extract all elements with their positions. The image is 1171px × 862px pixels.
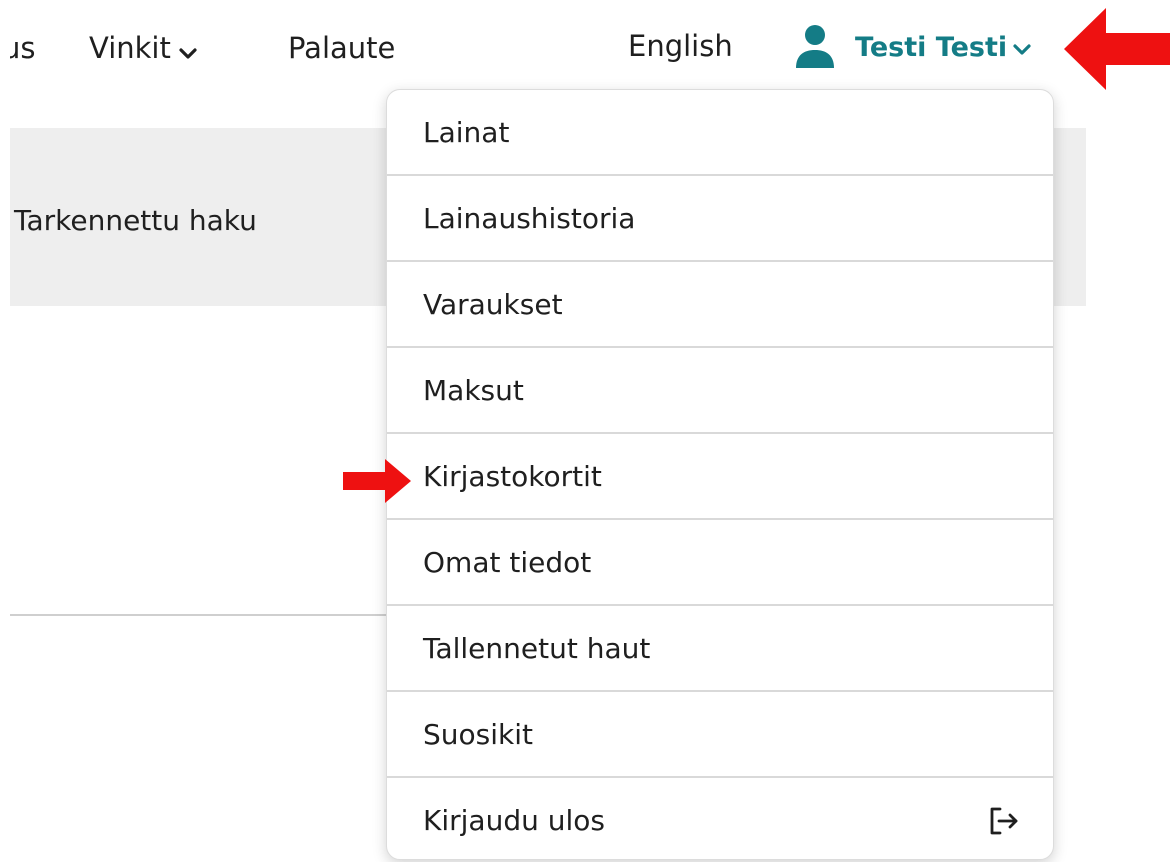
- menu-item-omat-tiedot[interactable]: Omat tiedot: [387, 520, 1053, 606]
- user-dropdown-menu: Lainat Lainaushistoria Varaukset Maksut …: [386, 89, 1054, 860]
- menu-item-label: Suosikit: [423, 717, 533, 751]
- menu-item-label: Kirjaudu ulos: [423, 804, 605, 837]
- menu-item-maksut[interactable]: Maksut: [387, 348, 1053, 434]
- menu-item-label: Maksut: [423, 373, 524, 407]
- page: us Vinkit Palaute English Testi Testi Ta…: [0, 0, 1171, 862]
- advanced-search-link[interactable]: Tarkennettu haku: [14, 200, 257, 242]
- logout-icon: [989, 806, 1019, 836]
- menu-item-lainat[interactable]: Lainat: [387, 90, 1053, 176]
- menu-item-suosikit[interactable]: Suosikit: [387, 692, 1053, 778]
- menu-item-kirjastokortit[interactable]: Kirjastokortit: [387, 434, 1053, 520]
- menu-item-label: Lainat: [423, 115, 510, 149]
- arrow-right-icon: [343, 459, 411, 503]
- nav-item-vinkit[interactable]: Vinkit: [89, 26, 197, 72]
- menu-item-label: Kirjastokortit: [423, 459, 602, 493]
- menu-item-logout[interactable]: Kirjaudu ulos: [387, 778, 1053, 859]
- menu-item-tallennetut-haut[interactable]: Tallennetut haut: [387, 606, 1053, 692]
- user-name: Testi Testi: [855, 31, 1008, 63]
- nav-item-partial[interactable]: us: [10, 26, 36, 70]
- menu-item-label: Tallennetut haut: [423, 631, 651, 665]
- menu-item-label: Varaukset: [423, 287, 563, 321]
- divider: [10, 614, 390, 616]
- chevron-down-icon: [179, 28, 197, 72]
- menu-item-label: Omat tiedot: [423, 545, 592, 579]
- arrow-left-icon: [1064, 8, 1170, 90]
- language-link-english[interactable]: English: [628, 24, 733, 68]
- nav-item-vinkit-label: Vinkit: [89, 31, 171, 65]
- menu-item-lainaushistoria[interactable]: Lainaushistoria: [387, 176, 1053, 262]
- top-navigation: us Vinkit Palaute English Testi Testi: [0, 0, 1171, 96]
- menu-item-varaukset[interactable]: Varaukset: [387, 262, 1053, 348]
- chevron-down-icon: [1013, 32, 1031, 63]
- menu-item-label: Lainaushistoria: [423, 201, 636, 235]
- user-icon: [795, 24, 835, 70]
- nav-item-palaute[interactable]: Palaute: [288, 26, 395, 70]
- user-menu-toggle[interactable]: Testi Testi: [795, 22, 1031, 72]
